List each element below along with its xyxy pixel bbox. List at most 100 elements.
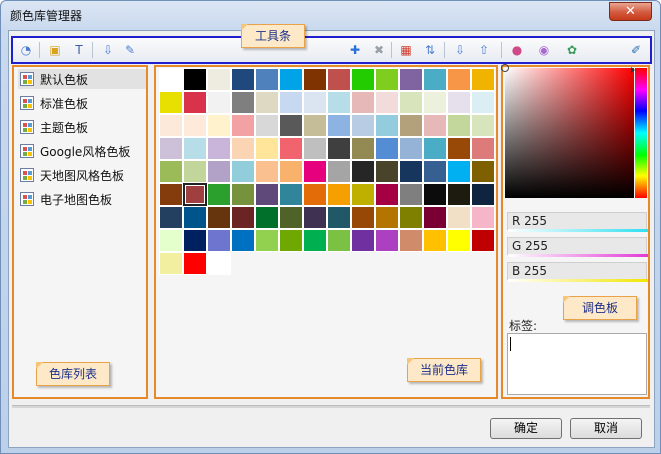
color-swatch[interactable] <box>423 91 447 114</box>
color-swatch[interactable] <box>399 206 423 229</box>
color-swatch[interactable] <box>327 229 351 252</box>
color-swatch[interactable] <box>255 183 279 206</box>
color-swatch[interactable] <box>207 252 231 275</box>
color-swatch[interactable] <box>471 206 495 229</box>
export-colors-icon[interactable]: ⇧ <box>475 41 493 59</box>
color-swatch[interactable] <box>159 160 183 183</box>
color-swatch[interactable] <box>471 137 495 160</box>
color-swatch[interactable] <box>303 206 327 229</box>
color-swatch[interactable] <box>231 68 255 91</box>
color-swatch[interactable] <box>303 68 327 91</box>
color-swatch[interactable] <box>423 229 447 252</box>
import-colors-icon[interactable]: ⇩ <box>451 41 469 59</box>
color-swatch[interactable] <box>279 206 303 229</box>
color-swatch[interactable] <box>207 160 231 183</box>
color-swatch[interactable] <box>351 68 375 91</box>
red-channel-row[interactable]: R 255 <box>507 212 648 232</box>
library-list-item[interactable]: 天地图风格色板 <box>18 165 146 185</box>
color-swatch[interactable] <box>183 183 207 206</box>
color-swatch[interactable] <box>447 183 471 206</box>
color-swatch[interactable] <box>159 137 183 160</box>
color-swatch[interactable] <box>255 68 279 91</box>
color-swatch[interactable] <box>375 206 399 229</box>
color-swatch[interactable] <box>303 114 327 137</box>
color-swatch[interactable] <box>303 183 327 206</box>
sv-marker[interactable] <box>501 64 509 72</box>
color-swatch[interactable] <box>471 160 495 183</box>
color-swatch[interactable] <box>159 114 183 137</box>
color-swatch[interactable] <box>327 91 351 114</box>
hue-marker[interactable] <box>631 67 635 73</box>
color-swatch[interactable] <box>471 68 495 91</box>
color-swatch[interactable] <box>447 114 471 137</box>
color-swatch[interactable] <box>279 229 303 252</box>
color-swatch[interactable] <box>255 91 279 114</box>
color-swatch[interactable] <box>303 137 327 160</box>
color-swatch[interactable] <box>399 91 423 114</box>
color-swatch[interactable] <box>447 206 471 229</box>
color-swatch[interactable] <box>375 229 399 252</box>
library-list-item[interactable]: 默认色板 <box>18 69 146 89</box>
green-channel-row[interactable]: G 255 <box>507 237 648 257</box>
color-swatch[interactable] <box>471 183 495 206</box>
color-swatch[interactable] <box>159 229 183 252</box>
color-swatch[interactable] <box>327 137 351 160</box>
color-swatch[interactable] <box>351 114 375 137</box>
color-swatch[interactable] <box>255 160 279 183</box>
color-swatch[interactable] <box>351 91 375 114</box>
color-swatch[interactable] <box>423 160 447 183</box>
blue-channel-row[interactable]: B 255 <box>507 262 648 282</box>
color-swatch[interactable] <box>231 183 255 206</box>
color-wheel-icon[interactable]: ● <box>508 41 526 59</box>
color-swatch[interactable] <box>327 68 351 91</box>
cancel-button[interactable]: 取消 <box>570 418 642 439</box>
color-swatch[interactable] <box>279 68 303 91</box>
color-swatch[interactable] <box>183 68 207 91</box>
color-swatch[interactable] <box>231 160 255 183</box>
color-swatch[interactable] <box>327 160 351 183</box>
color-picker-group-icon[interactable]: ✿ <box>563 41 581 59</box>
saturation-value-picker[interactable] <box>501 64 634 198</box>
color-swatch[interactable] <box>423 183 447 206</box>
color-swatch[interactable] <box>447 68 471 91</box>
color-swatch[interactable] <box>159 91 183 114</box>
color-swatch[interactable] <box>423 137 447 160</box>
color-swatch[interactable] <box>207 91 231 114</box>
color-swatch[interactable] <box>159 183 183 206</box>
color-swatch[interactable] <box>231 91 255 114</box>
red-channel-bar[interactable] <box>508 229 648 232</box>
color-swatch[interactable] <box>279 183 303 206</box>
color-swatch[interactable] <box>327 183 351 206</box>
green-channel-bar[interactable] <box>508 254 648 257</box>
color-swatch[interactable] <box>375 68 399 91</box>
color-swatch[interactable] <box>255 137 279 160</box>
color-swatch[interactable] <box>375 114 399 137</box>
color-swatch[interactable] <box>351 137 375 160</box>
color-swatch[interactable] <box>159 252 183 275</box>
color-swatch[interactable] <box>159 68 183 91</box>
color-swatch[interactable] <box>375 91 399 114</box>
tag-input[interactable] <box>507 333 647 395</box>
color-swatch[interactable] <box>351 183 375 206</box>
color-swatch[interactable] <box>423 114 447 137</box>
library-list-item[interactable]: 主题色板 <box>18 117 146 137</box>
color-swatch[interactable] <box>183 206 207 229</box>
color-swatch[interactable] <box>279 91 303 114</box>
color-swatch[interactable] <box>207 229 231 252</box>
color-swatch[interactable] <box>399 68 423 91</box>
color-swatch[interactable] <box>375 160 399 183</box>
color-swatch[interactable] <box>375 137 399 160</box>
color-swatch[interactable] <box>303 160 327 183</box>
color-swatch[interactable] <box>279 137 303 160</box>
eyedropper-icon[interactable]: ✐ <box>627 41 645 59</box>
color-swatch[interactable] <box>303 91 327 114</box>
color-swatch[interactable] <box>351 229 375 252</box>
color-swatch[interactable] <box>207 183 231 206</box>
color-swatch[interactable] <box>471 114 495 137</box>
color-swatch[interactable] <box>231 137 255 160</box>
color-swatch[interactable] <box>207 206 231 229</box>
hue-slider[interactable] <box>635 68 647 198</box>
color-ring-icon[interactable]: ◉ <box>535 41 553 59</box>
color-swatch[interactable] <box>183 252 207 275</box>
library-list-item[interactable]: Google风格色板 <box>18 141 146 161</box>
